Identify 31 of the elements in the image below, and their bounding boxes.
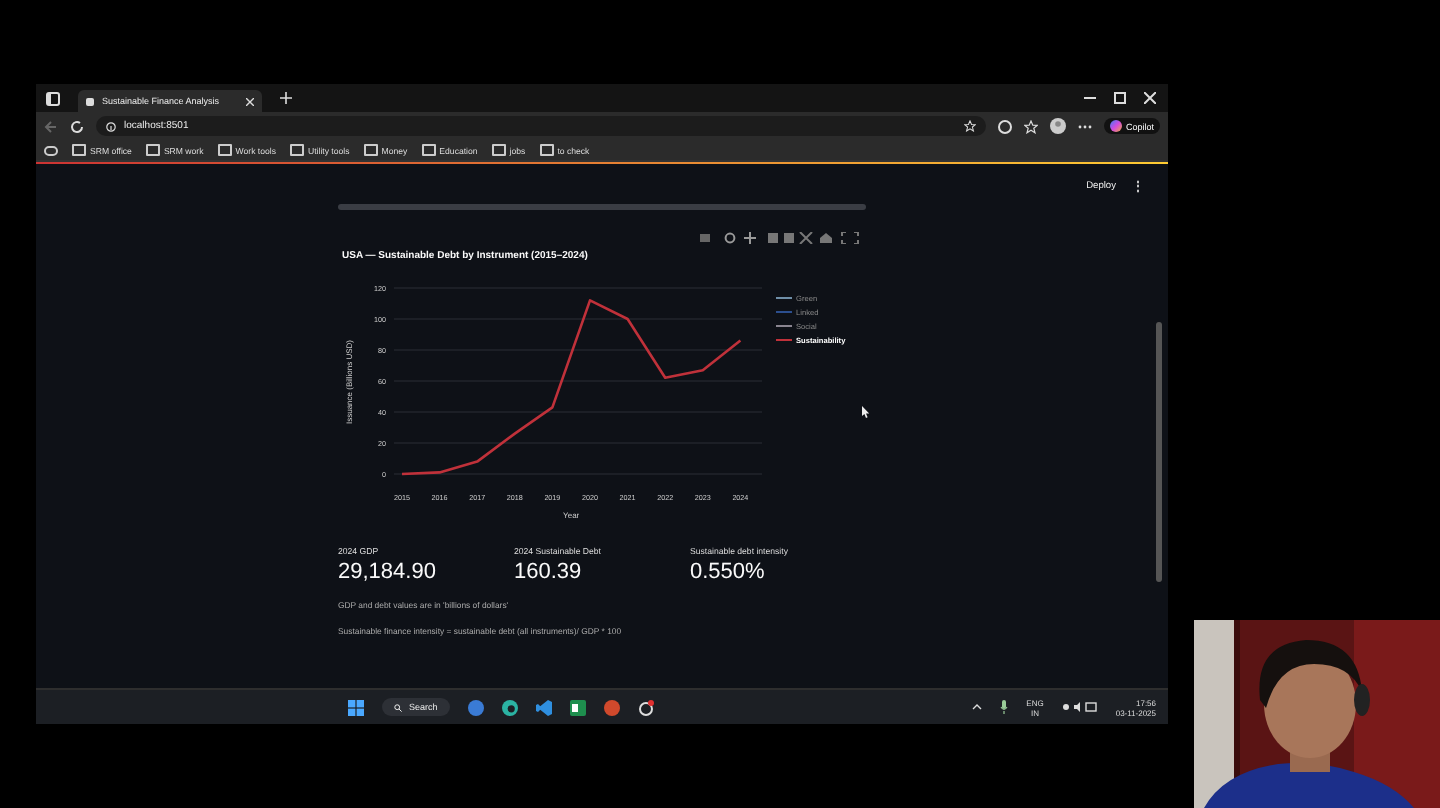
chevron-icon[interactable] <box>972 704 983 710</box>
new-tab-icon[interactable] <box>280 92 292 104</box>
microphone-icon[interactable] <box>1000 700 1009 714</box>
scroll-thumb[interactable] <box>1156 322 1162 582</box>
tab-actions-icon[interactable] <box>46 91 60 105</box>
metric-value: 29,184.90 <box>338 560 438 584</box>
favorites-icon[interactable] <box>1023 119 1038 133</box>
status-icons-drawing[interactable] <box>1061 702 1098 712</box>
scroll-bar[interactable] <box>338 204 866 210</box>
start-icon[interactable] <box>348 699 365 715</box>
search-icon <box>394 703 403 711</box>
back-icon[interactable] <box>44 119 58 133</box>
metric-value: 160.39 <box>514 560 584 584</box>
spreadsheet-icon[interactable] <box>569 699 586 715</box>
maximize-icon[interactable] <box>1114 92 1126 104</box>
more-icon[interactable] <box>1077 123 1092 129</box>
profile-icon[interactable] <box>1049 118 1066 134</box>
close-icon[interactable] <box>1144 92 1156 104</box>
page-icon <box>86 97 94 105</box>
info-icon[interactable] <box>106 121 116 131</box>
close-icon[interactable] <box>246 97 254 105</box>
browser-icon[interactable] <box>501 699 518 715</box>
metric-value: 0.550% <box>690 560 767 584</box>
reload-icon[interactable] <box>70 119 84 133</box>
star-icon[interactable] <box>963 120 976 132</box>
pointer-icon <box>862 406 870 418</box>
chart-toolbar-drawing[interactable] <box>700 232 860 244</box>
bookmark-apps-icon[interactable] <box>44 145 58 155</box>
notification-app-icon[interactable] <box>637 699 654 715</box>
code-editor-icon[interactable] <box>535 699 552 715</box>
minimize-icon[interactable] <box>1084 92 1096 104</box>
